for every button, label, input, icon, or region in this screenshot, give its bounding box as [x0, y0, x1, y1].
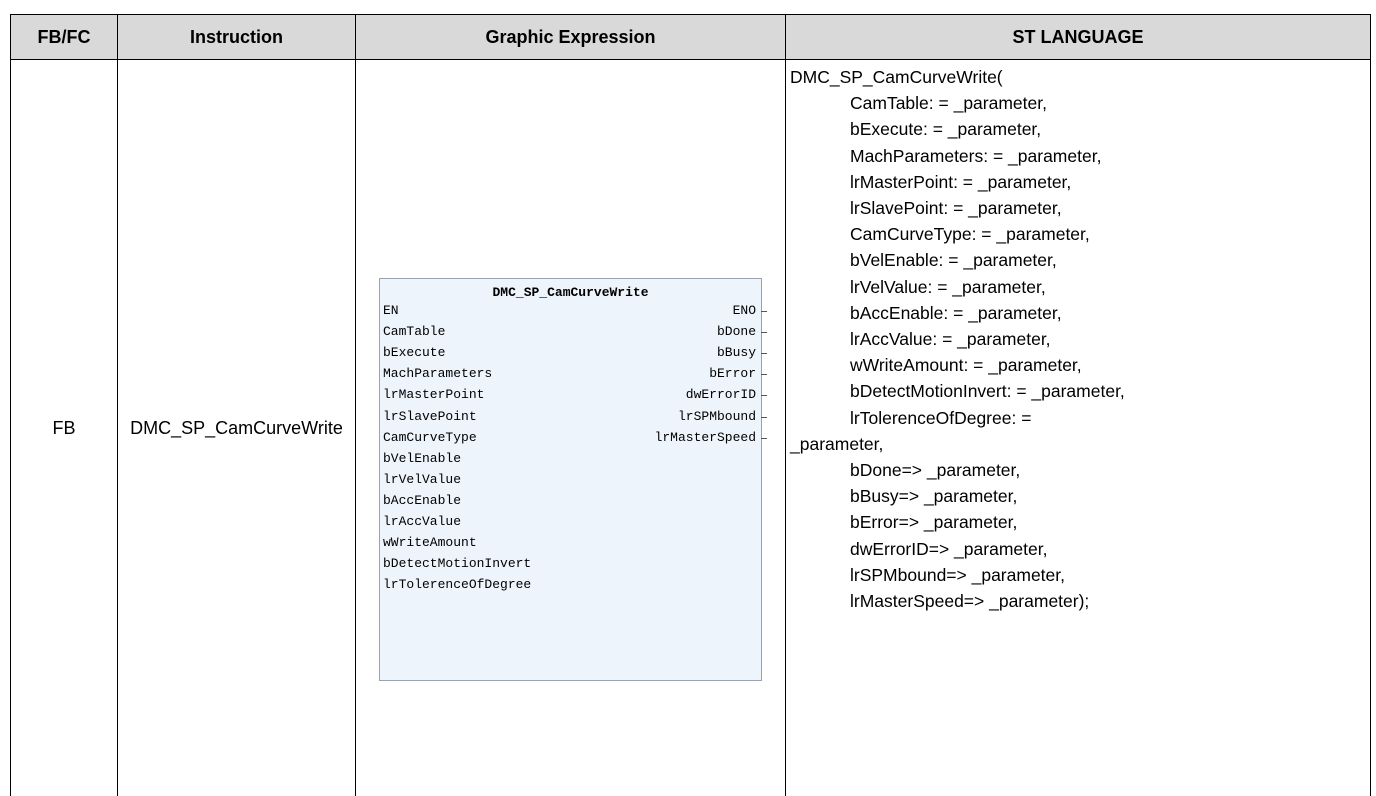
fb-output-pin: lrMasterSpeed	[654, 429, 756, 445]
header-instruction: Instruction	[117, 14, 356, 60]
st-param-line: lrMasterPoint: = _parameter,	[850, 171, 1072, 192]
fb-output-pin: bDone	[716, 324, 756, 340]
st-param-line: lrTolerenceOfDegree: =	[850, 407, 1032, 428]
cell-graphic: DMC_SP_CamCurveWrite EN CamTable bExecute M…	[355, 59, 786, 796]
fb-input-pin: lrSlavePoint	[383, 408, 477, 424]
st-output-line: lrSPMbound=> _parameter,	[850, 564, 1065, 585]
st-param-line: bExecute: = _parameter,	[850, 119, 1042, 140]
st-param-line: CamCurveType: = _parameter,	[850, 224, 1090, 245]
cell-st-language: DMC_SP_CamCurveWrite( CamTable: = _param…	[785, 59, 1371, 796]
function-block-graphic: DMC_SP_CamCurveWrite EN CamTable bExecute M…	[379, 278, 767, 681]
st-wrap-line: _parameter,	[790, 433, 884, 454]
fb-input-pin: bVelEnable	[383, 450, 462, 466]
fb-input-pin: bAccEnable	[383, 492, 462, 508]
st-param-line: CamTable: = _parameter,	[850, 93, 1047, 114]
st-param-lines: CamTable: = _parameter, bExecute: = _para…	[790, 90, 1370, 431]
fb-output-connector	[761, 395, 767, 397]
st-param-line: bAccEnable: = _parameter,	[850, 302, 1062, 323]
table-row: FB DMC_SP_CamCurveWrite DMC_SP_CamCurveW…	[10, 59, 1371, 796]
fb-output-pin: dwErrorID	[685, 387, 756, 403]
st-param-line: bDetectMotionInvert: = _parameter,	[850, 381, 1125, 402]
instruction-table: FB/FC Instruction Graphic Expression ST …	[10, 14, 1371, 796]
st-output-line: bBusy=> _parameter,	[850, 486, 1018, 507]
fb-output-connector	[761, 311, 767, 312]
fb-output-connector	[761, 374, 767, 376]
cell-instruction: DMC_SP_CamCurveWrite	[117, 59, 356, 796]
fb-input-pin: MachParameters	[383, 366, 493, 382]
header-st-language: ST LANGUAGE	[785, 14, 1371, 60]
fb-input-pin: CamTable	[383, 324, 446, 340]
fb-input-pin: lrTolerenceOfDegree	[383, 577, 532, 593]
fb-input-pin: lrVelValue	[383, 471, 462, 487]
fb-output-connector	[761, 437, 767, 439]
fb-input-pin: CamCurveType	[383, 429, 477, 445]
st-param-line: MachParameters: = _parameter,	[850, 145, 1102, 166]
st-output-line: lrMasterSpeed=> _parameter);	[850, 591, 1090, 612]
st-output-lines: bDone=> _parameter, bBusy=> _parameter, bE…	[790, 457, 1370, 614]
table-header-row: FB/FC Instruction Graphic Expression ST …	[10, 14, 1371, 60]
fb-input-pin: bExecute	[383, 345, 446, 361]
fb-output-pin: bError	[709, 366, 756, 382]
st-param-line: bVelEnable: = _parameter,	[850, 250, 1057, 271]
fb-input-pin: wWriteAmount	[383, 535, 477, 551]
st-param-line: lrVelValue: = _parameter,	[850, 276, 1046, 297]
st-output-line: bError=> _parameter,	[850, 512, 1018, 533]
fb-output-pin: lrSPMbound	[677, 408, 756, 424]
fb-output-connector	[761, 416, 767, 418]
st-param-line: lrSlavePoint: = _parameter,	[850, 198, 1062, 219]
st-output-line: bDone=> _parameter,	[850, 460, 1021, 481]
fb-input-pin: EN	[383, 303, 399, 318]
st-param-line: wWriteAmount: = _parameter,	[850, 355, 1082, 376]
fb-input-pin: lrMasterPoint	[383, 387, 485, 403]
fb-input-pin: bDetectMotionInvert	[383, 556, 532, 572]
fb-input-pin: lrAccValue	[383, 514, 462, 529]
st-header-line: DMC_SP_CamCurveWrite(	[790, 67, 1003, 87]
st-output-line: dwErrorID=> _parameter,	[850, 538, 1048, 559]
fb-title: DMC_SP_CamCurveWrite	[492, 285, 649, 300]
st-param-line: lrAccValue: = _parameter,	[850, 329, 1051, 350]
fb-output-connector	[761, 332, 767, 334]
fb-output-pin: bBusy	[716, 345, 756, 361]
header-graphic-expression: Graphic Expression	[355, 14, 786, 60]
header-fbfc: FB/FC	[10, 14, 118, 60]
cell-type: FB	[10, 59, 118, 796]
fb-output-connector	[761, 353, 767, 355]
fb-output-pin: ENO	[732, 303, 756, 318]
